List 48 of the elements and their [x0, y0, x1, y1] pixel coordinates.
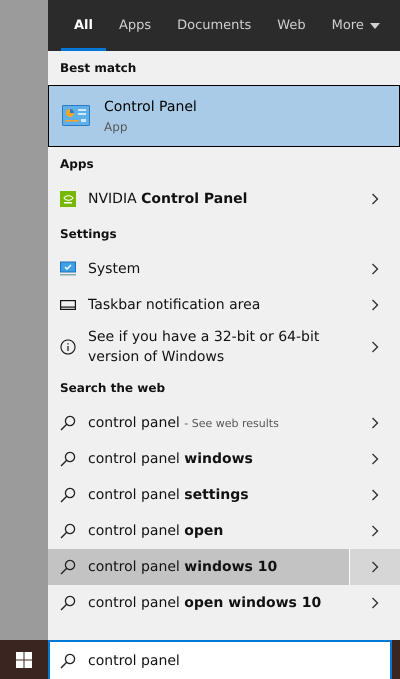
result-item[interactable]: Taskbar notification area	[48, 287, 350, 323]
search-icon	[60, 487, 76, 503]
tab[interactable]: Web	[264, 0, 319, 51]
web-search-suggestion[interactable]: control panel windows 10	[48, 549, 350, 585]
chevron-right-icon	[371, 489, 379, 501]
info-icon	[60, 339, 76, 355]
windows-logo-icon	[16, 652, 32, 668]
search-icon	[60, 559, 76, 575]
result-item[interactable]: See if you have a 32-bit or 64-bit version of Windows	[48, 323, 350, 371]
search-icon	[60, 595, 76, 611]
chevron-right-icon	[371, 561, 379, 573]
result-title: Control Panel	[104, 98, 197, 114]
monitor-icon	[60, 261, 76, 277]
web-search-suggestion[interactable]: control panel windows	[48, 441, 350, 477]
chevron-right-icon	[371, 525, 379, 537]
result-item[interactable]: System	[48, 251, 350, 287]
section-heading: Best match	[59, 60, 138, 77]
chevron-right-icon	[371, 341, 379, 353]
nvidia-icon	[60, 191, 76, 207]
section-heading: Search the web	[59, 380, 166, 397]
web-search-suggestion[interactable]: control panel open	[48, 513, 350, 549]
search-icon	[60, 415, 76, 431]
tab[interactable]: Documents	[164, 0, 264, 51]
section-heading: Settings	[59, 226, 118, 243]
search-icon	[60, 523, 76, 539]
section-heading: Apps	[59, 156, 95, 173]
search-bar[interactable]: control panel	[48, 640, 392, 679]
start-button[interactable]	[0, 640, 48, 679]
best-match-result[interactable]: Control Panel App	[48, 85, 400, 147]
web-search-suggestion[interactable]: control panel - See web results	[48, 405, 350, 441]
search-icon	[60, 652, 76, 668]
taskbar-icon	[60, 300, 76, 310]
search-input[interactable]: control panel	[88, 652, 348, 668]
chevron-right-icon	[371, 193, 379, 205]
search-icon	[60, 451, 76, 467]
result-item[interactable]: NVIDIA Control Panel	[48, 181, 350, 217]
tab[interactable]: All	[61, 0, 106, 51]
tab[interactable]: More	[318, 0, 393, 51]
web-search-suggestion[interactable]: control panel settings	[48, 477, 350, 513]
web-search-suggestion[interactable]: control panel open windows 10	[48, 585, 350, 621]
chevron-right-icon	[371, 453, 379, 465]
chevron-right-icon	[371, 299, 379, 311]
chevron-right-icon	[371, 597, 379, 609]
chevron-right-icon	[371, 417, 379, 429]
result-type: App	[104, 120, 128, 134]
control-panel-icon	[62, 105, 90, 127]
chevron-right-icon	[371, 263, 379, 275]
tab[interactable]: Apps	[106, 0, 164, 51]
